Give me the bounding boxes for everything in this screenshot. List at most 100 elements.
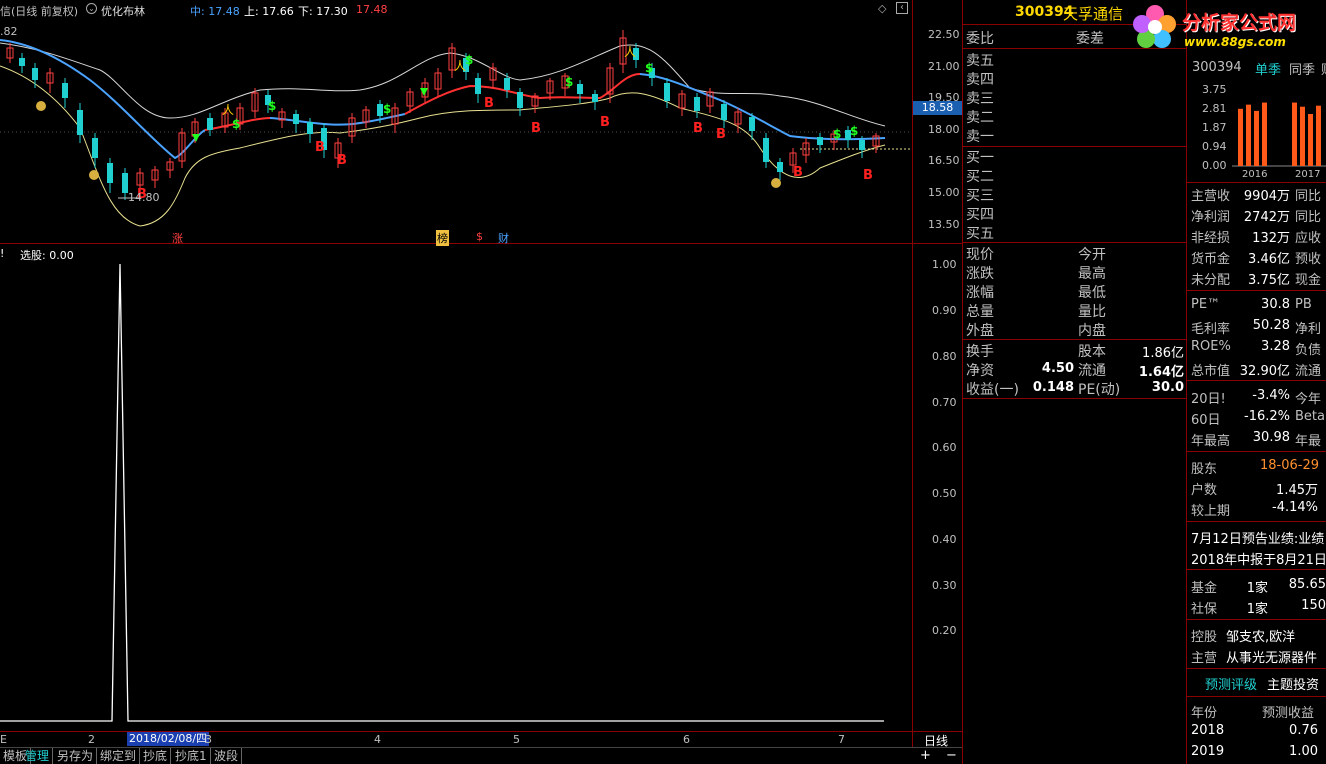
tab-finance[interactable]: 财 — [1321, 59, 1326, 78]
holder-label: 股东 — [1191, 462, 1218, 477]
watermark-title: 分析家公式网 — [1182, 12, 1297, 34]
tab-same-quarter[interactable]: 同季 — [1289, 59, 1315, 78]
buy-3-label: 买三 — [966, 188, 994, 204]
svg-text:人: 人 — [222, 103, 234, 117]
x-axis-label: 4 — [374, 733, 381, 746]
forecast-year-header: 年份 — [1191, 706, 1218, 721]
x-axis-label: 5 — [513, 733, 520, 746]
bind-to-button[interactable]: 绑定到 — [97, 748, 141, 764]
change-label: 较上期 — [1191, 504, 1231, 519]
watermark-logo: 分析家公式网 www.88gs.com — [1130, 2, 1326, 54]
fund-value: 85.65 — [1288, 577, 1326, 592]
mid-band-label: 中: 17.48 — [190, 5, 240, 18]
tab-forecast-rating[interactable]: 预测评级 — [1205, 674, 1257, 693]
bar-year-2017: 2017 — [1295, 169, 1321, 180]
watermark-url: www.88gs.com — [1184, 35, 1286, 49]
zoom-out-button[interactable]: − — [946, 748, 957, 763]
eps-bar — [1262, 102, 1267, 166]
wave-button[interactable]: 波段 — [211, 748, 243, 764]
eps-bar — [1246, 104, 1251, 166]
flower-logo-icon — [1133, 5, 1176, 48]
buy-signal-b: B — [863, 168, 873, 183]
buy-5-label: 买五 — [966, 226, 994, 242]
svg-text:人: 人 — [454, 59, 466, 73]
event-tag-dollar[interactable]: $ — [476, 230, 483, 243]
notice-forecast[interactable]: 7月12日预告业绩:业绩 — [1191, 528, 1324, 547]
fund-count: 1家 — [1246, 581, 1268, 596]
sell-3-label: 卖三 — [966, 91, 994, 107]
sell-5-label: 卖五 — [966, 53, 994, 69]
price-tick: 22.50 — [928, 28, 960, 41]
buy-signal-b: B — [600, 115, 610, 130]
bottom-fishing-1-button[interactable]: 抄底1 — [172, 748, 211, 764]
eps-label: 收益(一) — [966, 382, 1019, 398]
table-row: 2018 — [1191, 723, 1225, 738]
eps-bar — [1300, 106, 1305, 166]
forecast-eps-header: 预测收益 — [1262, 706, 1315, 721]
eps-bar — [1316, 105, 1321, 166]
order-diff-label: 委差 — [1076, 31, 1104, 47]
order-ratio-label: 委比 — [966, 31, 994, 47]
diamond-icon[interactable]: ◇ — [878, 2, 886, 15]
sell-1-label: 卖一 — [966, 129, 994, 145]
save-as-button[interactable]: 另存为 — [54, 748, 98, 764]
svg-text:$: $ — [645, 61, 653, 75]
money-bag-icon — [36, 101, 781, 188]
notice-report-date[interactable]: 2018年中报于8月21日 — [1191, 549, 1326, 568]
indicator-name[interactable]: 优化布林 — [101, 3, 145, 19]
lower-band-label: 下: 17.30 — [298, 5, 348, 18]
eps-value: 0.148 — [1032, 380, 1074, 395]
svg-text:$: $ — [833, 127, 841, 141]
holder-date: 18-06-29 — [1260, 458, 1320, 473]
x-axis-label: 6 — [683, 733, 690, 746]
float-label: 流通 — [1078, 363, 1106, 379]
share-capital-value: 1.86亿 — [1142, 346, 1184, 361]
float-value: 1.64亿 — [1138, 365, 1184, 380]
finance-panel-border — [1186, 0, 1187, 764]
households-value: 1.45万 — [1276, 483, 1318, 498]
net-asset-value: 4.50 — [1041, 361, 1074, 376]
fund-label: 基金 — [1191, 581, 1218, 596]
collapse-icon[interactable]: ‹ — [896, 2, 908, 14]
eps-bar — [1238, 108, 1243, 166]
social-security-count: 1家 — [1246, 602, 1268, 617]
buy-signal-b: B — [531, 121, 541, 136]
business-value: 从事光无源器件 — [1226, 651, 1318, 666]
svg-text:$: $ — [268, 99, 276, 113]
current-price-tag: 18.58 — [913, 101, 962, 115]
price-tick: 15.00 — [928, 186, 960, 199]
buy-signal-b: B — [315, 140, 325, 155]
svg-text:$: $ — [850, 124, 858, 138]
x-axis-label: 2 — [88, 733, 95, 746]
svg-text:$: $ — [232, 117, 240, 131]
chevron-down-icon[interactable]: ⌄ — [86, 3, 97, 14]
extra-value: 17.48 — [356, 3, 388, 16]
manage-button[interactable]: 管理 — [22, 748, 54, 764]
top-left-value: .82 — [0, 25, 18, 38]
chart-title: 信(日线 前复权) — [0, 5, 79, 18]
buy-signal-b: B — [716, 127, 726, 142]
tab-single-quarter[interactable]: 单季 — [1255, 59, 1281, 78]
sell-4-label: 卖四 — [966, 72, 994, 88]
share-capital-label: 股本 — [1078, 344, 1106, 360]
pe-value: 30.0 — [1151, 380, 1184, 395]
zoom-in-button[interactable]: + — [920, 748, 931, 763]
stock-name: 天孚通信 — [1063, 5, 1124, 23]
table-row: 1.00 — [1289, 744, 1318, 759]
pe-label: PE(动) — [1078, 382, 1121, 398]
svg-text:人: 人 — [624, 45, 636, 59]
candlestick-chart[interactable]: B B B B B B B B B B $$ $ $$$ $ $ 人人人 — [0, 18, 912, 243]
control-label: 控股 — [1191, 630, 1218, 645]
price-tick: 16.50 — [928, 154, 960, 167]
tab-theme-investment[interactable]: 主题投资 — [1267, 674, 1319, 693]
svg-text:$: $ — [465, 53, 473, 67]
bottom-fishing-button[interactable]: 抄底 — [140, 748, 172, 764]
oscillator-chart[interactable] — [0, 244, 912, 731]
x-axis-edge: E — [0, 733, 7, 746]
bar-year-2016: 2016 — [1242, 169, 1268, 180]
svg-text:$: $ — [565, 75, 573, 89]
eps-bar — [1254, 110, 1259, 166]
finance-code: 300394 — [1192, 60, 1242, 75]
price-tick: 18.00 — [928, 123, 960, 136]
buy-1-label: 买一 — [966, 150, 994, 166]
